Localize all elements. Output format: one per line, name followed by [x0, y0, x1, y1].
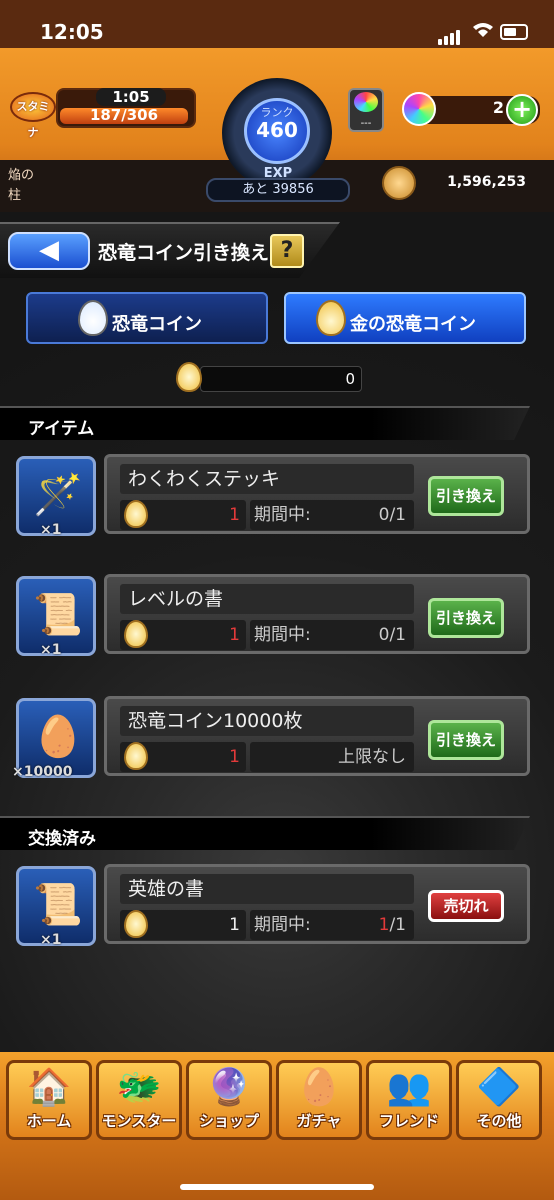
item-limit: 上限なし: [250, 742, 414, 772]
player-title-line2: 柱: [8, 188, 22, 203]
gold-egg-icon: [124, 742, 148, 770]
item-name: 英雄の書: [120, 874, 414, 904]
gold-coin-icon: [382, 166, 416, 200]
scroll-icon: 📜: [33, 592, 83, 638]
gold-egg-icon: [124, 620, 148, 648]
home-icon: 🏠: [26, 1067, 72, 1108]
item-name: わくわくステッキ: [120, 464, 414, 494]
gold-egg-icon: [176, 362, 202, 392]
period-limit: 0/1: [378, 505, 406, 525]
luck-orb-icon: [354, 92, 378, 112]
add-orb-button[interactable]: +: [506, 94, 538, 126]
gold-egg-icon: [124, 500, 148, 528]
item-period: 期間中: 0/1: [250, 500, 414, 530]
stamina-value: 187/306: [89, 106, 159, 124]
signal-icon: [438, 26, 462, 45]
tab-dino-coin-label: 恐竜コイン: [112, 314, 202, 335]
nav-other-label: その他: [476, 1112, 522, 1130]
monster-icon: 🐲: [116, 1067, 162, 1108]
egg-icon: [78, 300, 108, 336]
section-items-header: アイテム: [0, 406, 530, 440]
item-name: 恐竜コイン10000枚: [120, 706, 414, 736]
gold-value: 1,596,253: [447, 174, 526, 190]
tab-gold-dino-coin-label: 金の恐竜コイン: [350, 314, 476, 335]
exchange-button[interactable]: 引き換え: [428, 598, 504, 638]
home-indicator[interactable]: [180, 1184, 374, 1190]
item-period: 期間中: 0/1: [250, 620, 414, 650]
section-exchanged-title: 交換済み: [28, 829, 96, 849]
item-name: レベルの書: [120, 584, 414, 614]
orb-count: 2: [492, 98, 504, 117]
section-items-title: アイテム: [28, 419, 95, 439]
wifi-icon: [473, 23, 493, 37]
friend-icon: 👥: [386, 1067, 432, 1108]
nav-shop-label: ショップ: [198, 1112, 259, 1130]
limit-total: /1: [389, 915, 406, 935]
exchange-button[interactable]: 引き換え: [428, 720, 504, 760]
item-qty: ×10000: [12, 764, 73, 780]
egg-icon: 🥚: [33, 714, 83, 760]
orb-icon: 🔮: [206, 1067, 252, 1108]
page-title: 恐竜コイン引き換え: [98, 242, 270, 264]
gold-egg-icon: [316, 300, 346, 336]
exp-remaining: あと 39856: [206, 178, 350, 202]
orb-icon: [402, 92, 436, 126]
nav-monster-label: モンスター: [101, 1112, 177, 1130]
help-button[interactable]: ?: [270, 234, 304, 268]
section-exchanged-header: 交換済み: [0, 816, 530, 850]
rank-value: 460: [256, 118, 298, 142]
status-clock: 12:05: [40, 20, 104, 44]
period-limit: 1/1: [379, 910, 406, 940]
scroll-icon: 📜: [33, 882, 83, 928]
back-button[interactable]: ◀: [8, 232, 90, 270]
stamina-timer: 1:05: [96, 88, 166, 106]
luck-value: ---: [360, 118, 372, 129]
coin-count: 0: [200, 366, 362, 392]
period-label: 期間中:: [254, 505, 311, 525]
period-label: 期間中:: [254, 625, 311, 645]
limit-used: 1: [378, 915, 390, 935]
item-period: 期間中: 1/1: [250, 910, 414, 940]
sold-out-badge: 売切れ: [428, 890, 504, 922]
gacha-icon: 🥚: [296, 1067, 342, 1108]
period-label: 期間中:: [254, 915, 311, 935]
nav-home-label: ホーム: [26, 1112, 72, 1130]
other-icon: 🔷: [476, 1067, 522, 1108]
battery-icon: [500, 24, 528, 40]
player-title-line1: 焔の: [8, 168, 35, 183]
nav-gacha-label: ガチャ: [296, 1112, 342, 1130]
gold-egg-icon: [124, 910, 148, 938]
exchange-button[interactable]: 引き換え: [428, 476, 504, 516]
nav-friend-label: フレンド: [378, 1112, 439, 1130]
staff-icon: 🪄: [33, 472, 83, 518]
stamina-icon: スタミナ: [10, 92, 56, 139]
period-limit: 0/1: [378, 625, 406, 645]
